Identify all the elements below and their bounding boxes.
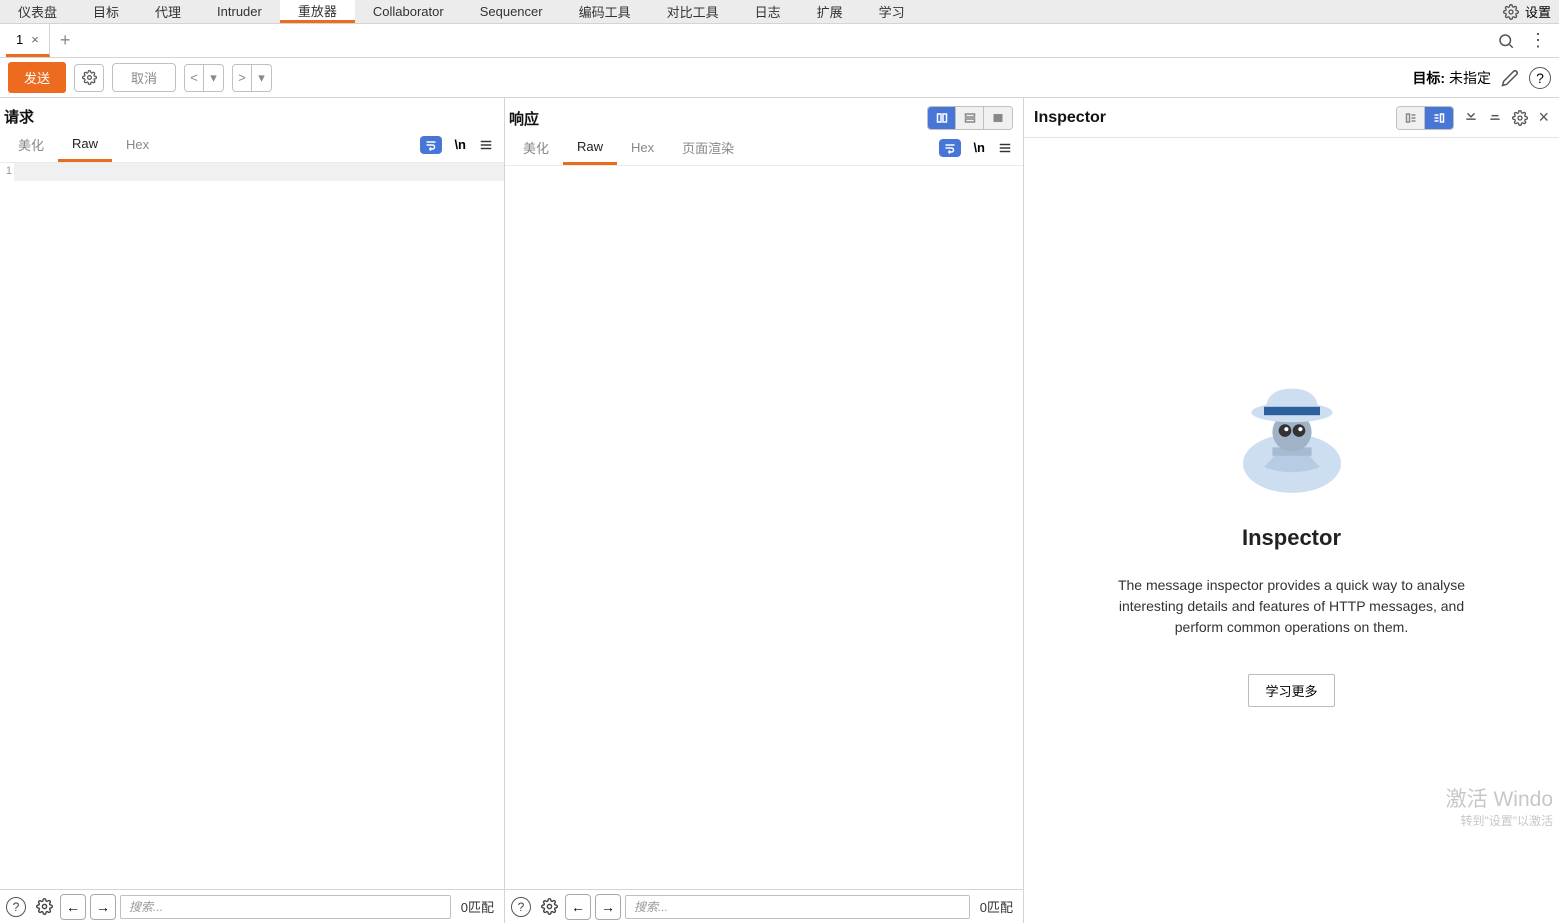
request-tab-hex[interactable]: Hex [112,127,163,162]
pencil-icon[interactable] [1501,69,1519,87]
request-editor[interactable]: 1 [0,163,504,889]
inspector-layout-toggle [1396,106,1454,130]
learn-more-button[interactable]: 学习更多 [1248,674,1334,707]
history-back-dropdown[interactable]: ▾ [204,64,224,92]
history-forward-dropdown[interactable]: ▾ [252,64,272,92]
help-icon[interactable]: ? [1529,67,1551,89]
hamburger-icon[interactable] [997,141,1013,155]
settings-label[interactable]: 设置 [1525,2,1551,21]
main-tab-extensions[interactable]: 扩展 [799,0,861,23]
request-search-input[interactable] [120,895,451,919]
main-tab-learn[interactable]: 学习 [861,0,923,23]
repeater-tab-1[interactable]: 1 × [6,24,50,57]
windows-activation-subtitle: 转到"设置"以激活 [1460,812,1553,829]
inspector-body: Inspector The message inspector provides… [1024,138,1559,923]
main-tab-logger[interactable]: 日志 [737,0,799,23]
add-tab-button[interactable]: + [50,30,81,51]
collapse-all-icon[interactable] [1488,111,1502,125]
main-tab-proxy[interactable]: 代理 [137,0,199,23]
request-editor-body[interactable] [14,163,504,181]
response-match-count: 0匹配 [974,897,1019,916]
history-back-group: < ▾ [184,64,224,92]
settings-gear-button[interactable] [74,64,104,92]
main-tab-collaborator[interactable]: Collaborator [355,0,462,23]
prev-match-button[interactable]: ← [60,894,86,920]
response-tab-pretty[interactable]: 美化 [509,130,563,165]
main-tab-encoder[interactable]: 编码工具 [561,0,649,23]
action-bar: 发送 取消 < ▾ > ▾ 目标: 未指定 ? [0,58,1559,98]
repeater-tab-label: 1 [16,32,23,47]
request-footer: ? ← → 0匹配 [0,889,504,923]
history-forward-group: > ▾ [232,64,272,92]
gear-icon[interactable] [1512,110,1528,126]
next-match-button[interactable]: → [595,894,621,920]
windows-activation-watermark: 激活 Windo [1446,783,1553,813]
next-match-button[interactable]: → [90,894,116,920]
close-icon[interactable]: × [1538,107,1549,128]
inspector-header-title: Inspector [1034,109,1106,127]
prev-match-button[interactable]: ← [565,894,591,920]
layout-toggle [927,106,1013,130]
request-tab-raw[interactable]: Raw [58,127,112,162]
response-tab-hex[interactable]: Hex [617,130,668,165]
history-back-button[interactable]: < [184,64,204,92]
response-footer: ? ← → 0匹配 [505,889,1023,923]
inspector-pane: Inspector × [1024,98,1559,923]
main-tab-dashboard[interactable]: 仪表盘 [0,0,75,23]
newline-icon[interactable]: \n [454,137,466,152]
layout-columns-icon[interactable] [928,107,956,129]
spy-icon [1222,355,1362,495]
request-pane: 请求 美化 Raw Hex \n 1 ? ← → 0匹配 [0,98,505,923]
wrap-icon[interactable] [939,139,961,157]
response-title: 响应 [509,108,539,129]
gear-icon[interactable] [1503,4,1519,20]
request-match-count: 0匹配 [455,897,500,916]
cancel-button[interactable]: 取消 [112,63,176,92]
history-forward-button[interactable]: > [232,64,252,92]
main-tab-bar: 仪表盘 目标 代理 Intruder 重放器 Collaborator Sequ… [0,0,1559,24]
main-tab-sequencer[interactable]: Sequencer [462,0,561,23]
line-number: 1 [0,163,14,889]
layout-single-icon[interactable] [984,107,1012,129]
close-icon[interactable]: × [31,32,39,47]
response-tab-raw[interactable]: Raw [563,130,617,165]
wrap-icon[interactable] [420,136,442,154]
response-editor[interactable] [505,166,1023,889]
request-tab-pretty[interactable]: 美化 [4,127,58,162]
response-tab-render[interactable]: 页面渲染 [668,130,748,165]
gear-icon[interactable] [32,895,56,919]
inspector-heading: Inspector [1242,525,1341,551]
kebab-menu-icon[interactable]: ⋮ [1529,30,1547,51]
response-search-input[interactable] [625,895,970,919]
target-label: 目标: 未指定 [1412,68,1491,88]
gear-icon[interactable] [537,895,561,919]
help-icon[interactable]: ? [4,895,28,919]
request-title: 请求 [4,106,34,127]
main-tab-intruder[interactable]: Intruder [199,0,280,23]
hamburger-icon[interactable] [478,138,494,152]
send-button[interactable]: 发送 [8,62,66,93]
main-tab-comparer[interactable]: 对比工具 [649,0,737,23]
inspector-layout-right-icon[interactable] [1425,107,1453,129]
response-pane: 响应 美化 Raw Hex 页面渲染 \n ? ← [505,98,1024,923]
repeater-sub-tab-bar: 1 × + ⋮ [0,24,1559,58]
expand-all-icon[interactable] [1464,111,1478,125]
layout-rows-icon[interactable] [956,107,984,129]
main-tab-repeater[interactable]: 重放器 [280,0,355,23]
search-icon[interactable] [1497,32,1515,50]
inspector-description: The message inspector provides a quick w… [1102,575,1482,638]
main-tab-target[interactable]: 目标 [75,0,137,23]
newline-icon[interactable]: \n [973,140,985,155]
inspector-header: Inspector × [1024,98,1559,138]
main-split: 请求 美化 Raw Hex \n 1 ? ← → 0匹配 响应 [0,98,1559,923]
help-icon[interactable]: ? [509,895,533,919]
inspector-layout-left-icon[interactable] [1397,107,1425,129]
